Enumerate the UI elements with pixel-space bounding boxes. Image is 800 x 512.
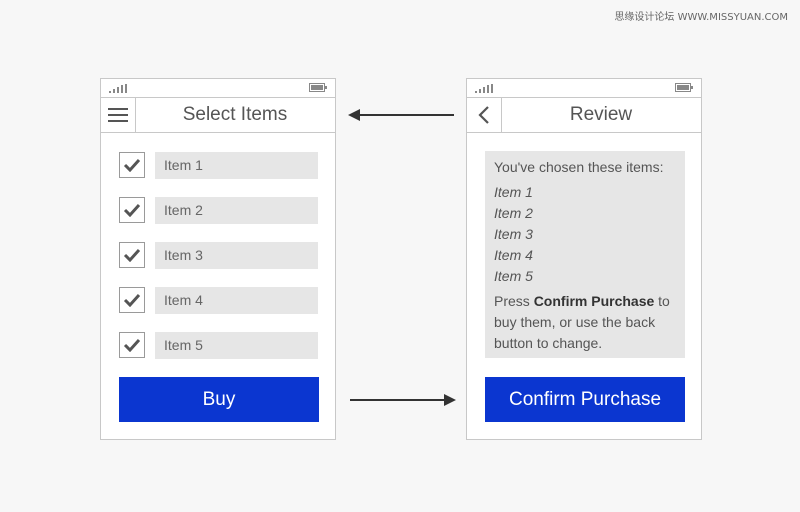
order-summary: You've chosen these items: Item 1 Item 2…	[485, 151, 685, 358]
page-title: Select Items	[182, 104, 288, 125]
back-button[interactable]	[467, 98, 502, 132]
item-checkbox[interactable]	[119, 197, 145, 223]
select-items-screen: Select Items Item 1 Item 2 Item 3 Item 4	[100, 78, 336, 440]
review-screen: Review You've chosen these items: Item 1…	[466, 78, 702, 440]
signal-icon	[475, 84, 493, 93]
hamburger-icon	[108, 108, 128, 122]
chosen-item: Item 5	[494, 268, 533, 284]
chosen-item: Item 2	[494, 205, 533, 221]
checkmark-icon	[123, 293, 141, 307]
checkmark-icon	[123, 338, 141, 352]
chosen-item: Item 3	[494, 226, 533, 242]
checkmark-icon	[123, 203, 141, 217]
item-label: Item 4	[155, 286, 318, 314]
menu-button[interactable]	[101, 98, 136, 132]
note-prefix: Press	[494, 293, 534, 309]
status-bar	[101, 79, 335, 98]
nav-bar: Select Items	[101, 98, 335, 133]
battery-icon	[309, 83, 327, 92]
chevron-left-icon	[478, 106, 489, 124]
signal-icon	[109, 84, 127, 93]
item-checkbox[interactable]	[119, 152, 145, 178]
item-checkbox[interactable]	[119, 287, 145, 313]
item-label: Item 5	[155, 331, 318, 359]
back-arrow	[348, 109, 454, 121]
item-label: Item 1	[155, 151, 318, 179]
checkmark-icon	[123, 158, 141, 172]
list-item: Item 2	[119, 196, 318, 224]
buy-button[interactable]: Buy	[119, 377, 319, 422]
list-item: Item 5	[119, 331, 318, 359]
summary-intro: You've chosen these items:	[494, 159, 664, 175]
watermark: 思缘设计论坛 WWW.MISSYUAN.COM	[614, 12, 788, 23]
status-bar	[467, 79, 701, 98]
checkmark-icon	[123, 248, 141, 262]
item-label: Item 2	[155, 196, 318, 224]
item-checkbox[interactable]	[119, 332, 145, 358]
nav-bar: Review	[467, 98, 701, 133]
list-item: Item 4	[119, 286, 318, 314]
list-item: Item 1	[119, 151, 318, 179]
chosen-item: Item 4	[494, 247, 533, 263]
chosen-item: Item 1	[494, 184, 533, 200]
item-checkbox[interactable]	[119, 242, 145, 268]
page-title: Review	[569, 104, 633, 125]
battery-icon	[675, 83, 693, 92]
confirm-purchase-button[interactable]: Confirm Purchase	[485, 377, 685, 422]
summary-note: Press Confirm Purchase to buy them, or u…	[494, 291, 676, 354]
item-list: Item 1 Item 2 Item 3 Item 4 Item 5	[119, 151, 318, 376]
item-label: Item 3	[155, 241, 318, 269]
forward-arrow	[350, 394, 456, 406]
list-item: Item 3	[119, 241, 318, 269]
note-bold: Confirm Purchase	[533, 293, 655, 309]
